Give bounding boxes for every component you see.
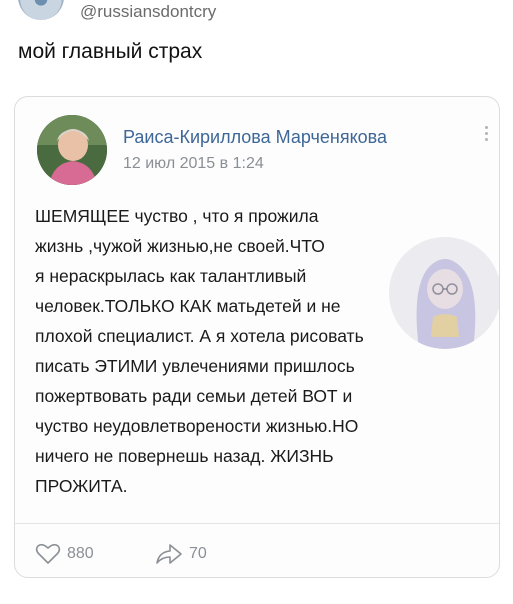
post-header: Раиса-Кириллова Марченякова 12 июл 2015 …	[15, 97, 499, 207]
like-count: 880	[67, 545, 94, 562]
author-name[interactable]: Раиса-Кириллова Марченякова	[123, 127, 387, 148]
divider	[15, 523, 499, 524]
like-button[interactable]: 880	[35, 543, 94, 565]
embedded-vk-post: Раиса-Кириллова Марченякова 12 июл 2015 …	[14, 96, 500, 578]
post-line: писать ЭТИМИ увлечениями пришлось	[35, 356, 355, 376]
tweet-handle[interactable]: @russiansdontcry	[80, 2, 216, 22]
post-line: чуство неудовлетворености жизнью.НО	[35, 416, 359, 436]
tweet-avatar[interactable]	[18, 0, 64, 20]
share-count: 70	[189, 545, 207, 562]
share-button[interactable]: 70	[155, 543, 207, 565]
watermark-illustration	[389, 237, 499, 349]
author-avatar[interactable]	[37, 115, 107, 185]
tweet-text: мой главный страх	[18, 40, 203, 63]
post-date[interactable]: 12 июл 2015 в 1:24	[123, 155, 264, 173]
share-arrow-icon	[156, 544, 182, 564]
post-line: ничего не повернешь назад. ЖИЗНЬ	[35, 446, 334, 466]
post-line: ШЕМЯЩЕЕ чуство , что я прожила	[35, 206, 319, 226]
post-line: пожертвовать ради семьи детей ВОТ и	[35, 386, 353, 406]
post-line: ПРОЖИТА.	[35, 476, 128, 496]
heart-icon	[35, 543, 61, 564]
more-vertical-icon[interactable]	[483, 123, 489, 144]
